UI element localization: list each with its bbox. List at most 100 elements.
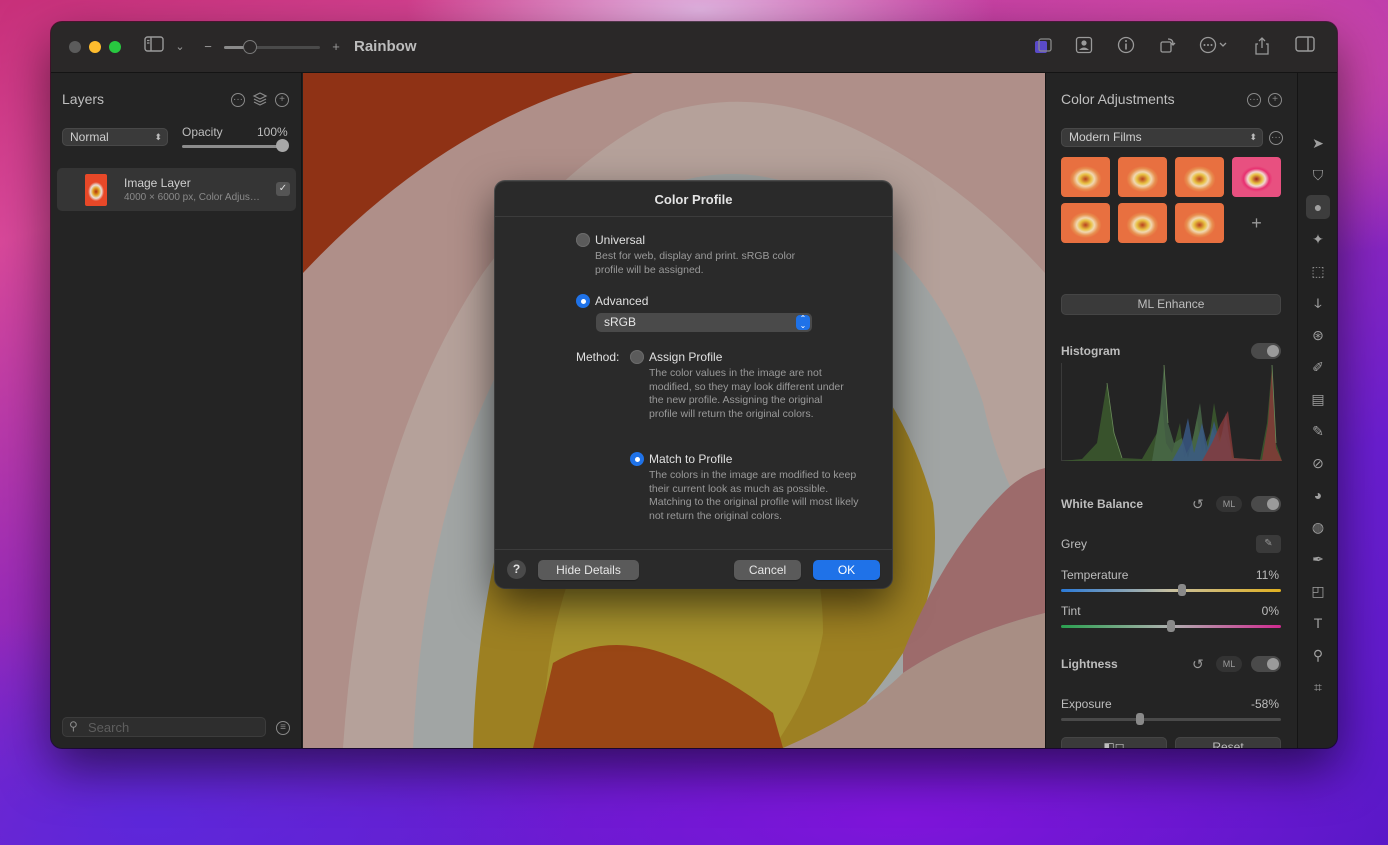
- clone-icon[interactable]: ◕: [1306, 483, 1330, 507]
- reset-icon[interactable]: ↺: [1192, 496, 1204, 513]
- zoom-slider-track[interactable]: [224, 46, 320, 49]
- white-balance-title: White Balance: [1061, 497, 1144, 511]
- preset-group-select[interactable]: Modern Films ⬍: [1061, 128, 1263, 147]
- opacity-value: 100%: [257, 125, 288, 139]
- preset-more-icon[interactable]: ···: [1269, 131, 1283, 145]
- reset-icon[interactable]: ↺: [1192, 656, 1204, 673]
- preset-thumbnail[interactable]: [1175, 203, 1224, 243]
- white-balance-toggle[interactable]: [1251, 496, 1281, 512]
- layers-more-icon[interactable]: ···: [231, 93, 245, 107]
- filter-icon[interactable]: ≡: [276, 721, 290, 735]
- help-button[interactable]: ?: [507, 560, 526, 579]
- adjustments-more-icon[interactable]: ···: [1247, 93, 1261, 107]
- blend-mode-value: Normal: [70, 130, 109, 144]
- preset-thumbnail[interactable]: [1061, 203, 1110, 243]
- color-adjustments-panel: Color Adjustments ··· + Modern Films ⬍ ·…: [1045, 73, 1297, 748]
- advanced-label: Advanced: [595, 294, 649, 308]
- ml-enhance-button[interactable]: ML Enhance: [1061, 294, 1281, 315]
- dialog-divider: [495, 216, 892, 217]
- match-profile-radio[interactable]: [630, 452, 644, 466]
- paint-bucket-icon[interactable]: ⛉: [1306, 163, 1330, 187]
- blend-mode-select[interactable]: Normal ⬍: [62, 128, 168, 146]
- blur-icon[interactable]: ◍: [1306, 515, 1330, 539]
- brush-icon[interactable]: ✐: [1306, 355, 1330, 379]
- eraser-icon[interactable]: ✎: [1306, 419, 1330, 443]
- lightness-toggle[interactable]: [1251, 656, 1281, 672]
- opacity-slider-track[interactable]: [182, 145, 288, 148]
- layers-panel-title: Layers: [62, 91, 105, 107]
- ok-button[interactable]: OK: [813, 560, 880, 580]
- bandage-icon[interactable]: ⊘: [1306, 451, 1330, 475]
- layer-visibility-checkbox[interactable]: ✓: [276, 182, 290, 196]
- add-adjustment-icon[interactable]: +: [1268, 93, 1282, 107]
- layer-search-input[interactable]: [88, 719, 258, 735]
- color-profile-icon[interactable]: [1031, 36, 1055, 65]
- exposure-slider-track[interactable]: [1061, 718, 1281, 721]
- tint-slider-knob[interactable]: [1167, 620, 1175, 632]
- opacity-slider-knob[interactable]: [276, 139, 289, 152]
- retouch-icon[interactable]: ⊛: [1306, 323, 1330, 347]
- color-adjust-icon[interactable]: ●: [1306, 195, 1330, 219]
- zoom-icon[interactable]: ⚲: [1306, 643, 1330, 667]
- preset-thumbnail[interactable]: [1232, 157, 1281, 197]
- match-profile-label: Match to Profile: [649, 452, 733, 466]
- chevron-down-icon[interactable]: ⌄: [173, 36, 187, 58]
- universal-radio[interactable]: [576, 233, 590, 247]
- assign-profile-label: Assign Profile: [649, 350, 723, 364]
- arrow-icon[interactable]: ➤: [1306, 131, 1330, 155]
- histogram-toggle[interactable]: [1251, 343, 1281, 359]
- exposure-slider-knob[interactable]: [1136, 713, 1145, 725]
- layer-row[interactable]: Image Layer 4000 × 6000 px, Color Adjus……: [57, 168, 296, 211]
- up-down-chevron-icon: ⬍: [154, 132, 162, 142]
- white-balance-ml-button[interactable]: ML: [1216, 496, 1242, 512]
- person-icon[interactable]: [1073, 36, 1095, 61]
- sidebar-icon[interactable]: [143, 36, 165, 59]
- more-icon[interactable]: [1199, 36, 1231, 61]
- fill-icon[interactable]: ▤: [1306, 387, 1330, 411]
- lasso-icon[interactable]: ↆ: [1306, 291, 1330, 315]
- lightness-title: Lightness: [1061, 657, 1118, 671]
- cancel-button[interactable]: Cancel: [734, 560, 801, 580]
- temperature-slider-knob[interactable]: [1178, 584, 1186, 596]
- toggle-knob: [1267, 345, 1279, 357]
- profile-select[interactable]: sRGB ⌃ ⌄: [596, 313, 812, 332]
- add-layer-icon[interactable]: +: [275, 93, 289, 107]
- eyedropper-icon[interactable]: ✎: [1256, 535, 1281, 553]
- text-icon[interactable]: T: [1306, 611, 1330, 635]
- share-icon[interactable]: [1251, 36, 1273, 63]
- minimize-window-button[interactable]: [89, 41, 101, 53]
- rotate-icon[interactable]: [1157, 36, 1179, 61]
- layers-panel: Layers ··· + Normal ⬍ Opacity 100% Image…: [51, 73, 302, 748]
- layer-thumbnail: [85, 174, 107, 206]
- marquee-icon[interactable]: ⬚: [1306, 259, 1330, 283]
- maximize-window-button[interactable]: [109, 41, 121, 53]
- zoom-in-icon[interactable]: +: [329, 36, 343, 58]
- info-icon[interactable]: [1115, 36, 1137, 61]
- preset-thumbnail[interactable]: [1175, 157, 1224, 197]
- temperature-slider-track[interactable]: [1061, 589, 1281, 592]
- zoom-out-icon[interactable]: −: [201, 36, 215, 58]
- pen-icon[interactable]: ✒: [1306, 547, 1330, 571]
- assign-profile-radio[interactable]: [630, 350, 644, 364]
- add-preset-button[interactable]: +: [1232, 203, 1281, 243]
- close-window-button[interactable]: [69, 41, 81, 53]
- shape-icon[interactable]: ◰: [1306, 579, 1330, 603]
- toggle-knob: [1267, 498, 1279, 510]
- hide-details-button[interactable]: Hide Details: [538, 560, 639, 580]
- layers-stack-icon[interactable]: [252, 91, 268, 114]
- match-profile-description: The colors in the image are modified to …: [649, 469, 859, 522]
- advanced-radio[interactable]: [576, 294, 590, 308]
- more-icon[interactable]: ⋯: [1306, 737, 1330, 748]
- zoom-slider-knob[interactable]: [243, 40, 257, 54]
- dialog-title: Color Profile: [654, 192, 733, 207]
- sidebar-right-icon[interactable]: [1294, 36, 1316, 59]
- compare-button[interactable]: ◧◻: [1061, 737, 1167, 748]
- adjustments-panel-title: Color Adjustments: [1061, 91, 1175, 107]
- preset-thumbnail[interactable]: [1118, 203, 1167, 243]
- magic-icon[interactable]: ✦: [1306, 227, 1330, 251]
- preset-thumbnail[interactable]: [1061, 157, 1110, 197]
- preset-thumbnail[interactable]: [1118, 157, 1167, 197]
- crop-icon[interactable]: ⌗: [1306, 675, 1330, 699]
- lightness-ml-button[interactable]: ML: [1216, 656, 1242, 672]
- reset-button[interactable]: Reset: [1175, 737, 1281, 748]
